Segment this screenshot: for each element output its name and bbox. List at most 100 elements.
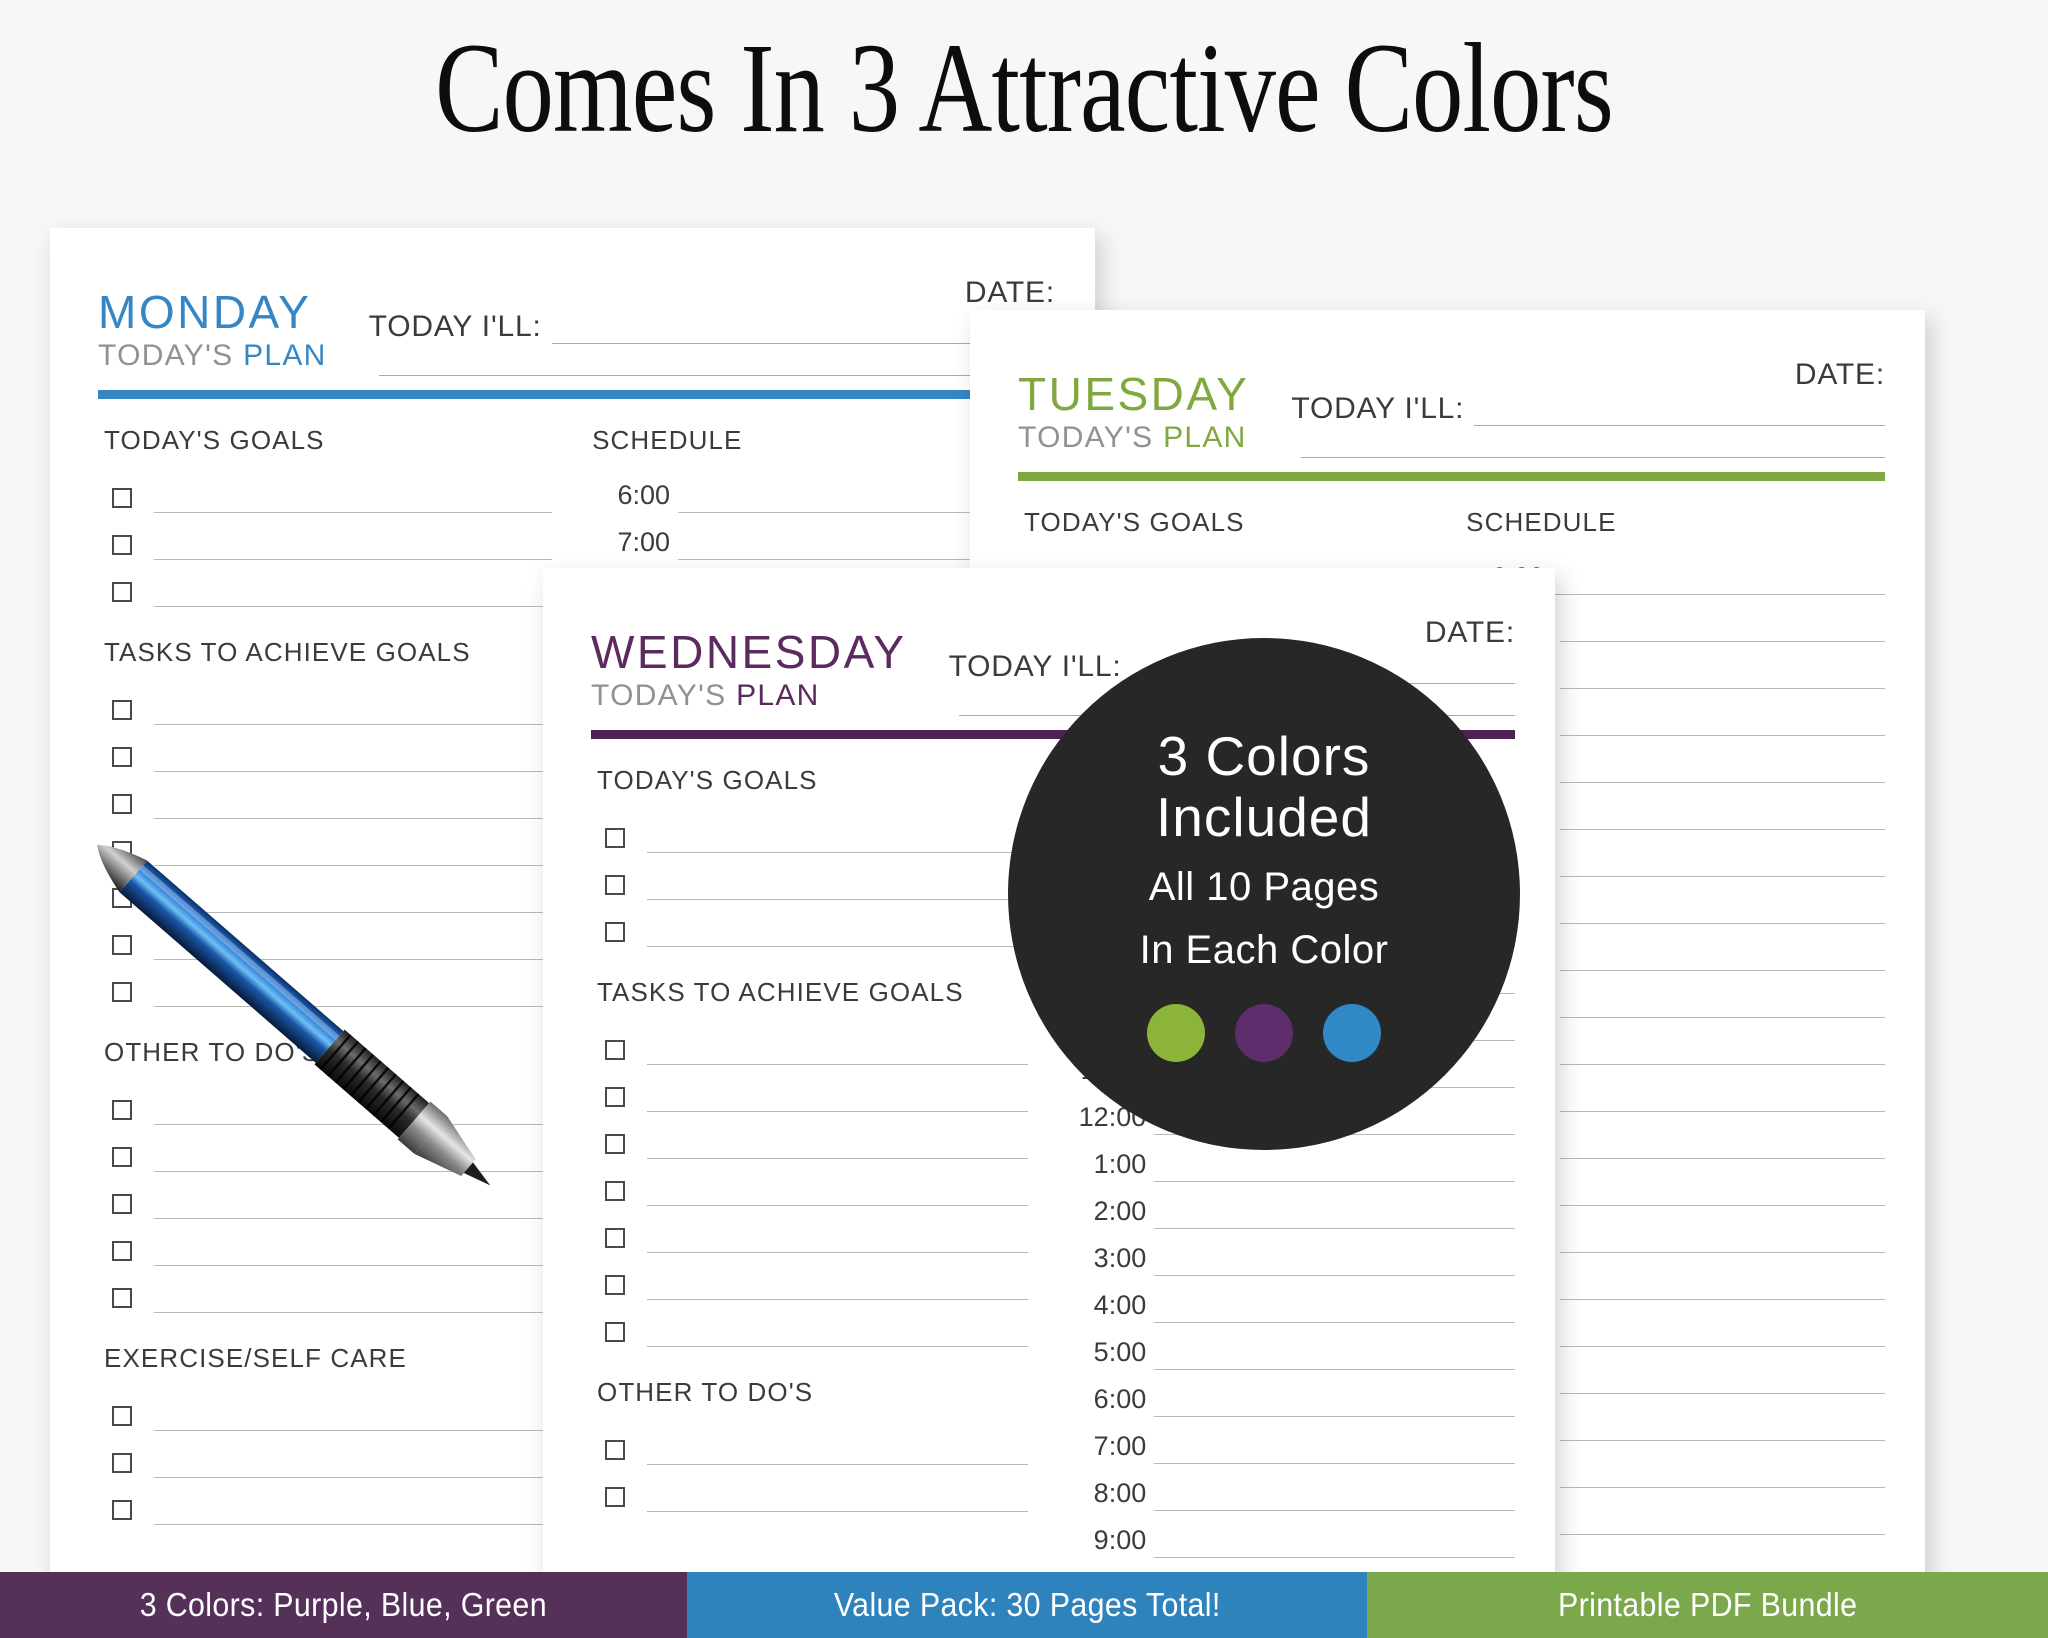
writing-line[interactable] <box>154 691 553 725</box>
checklist-row[interactable] <box>98 1078 553 1125</box>
checkbox-icon[interactable] <box>112 488 132 508</box>
checkbox-icon[interactable] <box>112 1288 132 1308</box>
checklist-row[interactable] <box>591 1159 1029 1206</box>
writing-line[interactable] <box>647 1431 1029 1465</box>
writing-line[interactable] <box>154 1491 553 1525</box>
checklist-row[interactable] <box>98 513 553 560</box>
writing-line[interactable] <box>647 1172 1029 1206</box>
writing-line[interactable] <box>154 526 553 560</box>
checklist-row[interactable] <box>98 466 553 513</box>
schedule-row[interactable]: 3:00 <box>1062 1229 1515 1276</box>
checklist-row[interactable] <box>98 1384 553 1431</box>
checklist-row[interactable] <box>98 1431 553 1478</box>
schedule-writing-line[interactable] <box>1154 1524 1515 1558</box>
writing-line[interactable] <box>647 1266 1029 1300</box>
schedule-row[interactable]: 8:00 <box>1062 1464 1515 1511</box>
today-ill-writing-line[interactable] <box>1474 394 1885 426</box>
checkbox-icon[interactable] <box>112 982 132 1002</box>
checklist-row[interactable] <box>591 1465 1029 1512</box>
schedule-writing-line[interactable] <box>1154 1289 1515 1323</box>
checkbox-icon[interactable] <box>605 1134 625 1154</box>
checklist-row[interactable] <box>98 772 553 819</box>
checkbox-icon[interactable] <box>605 1040 625 1060</box>
writing-line[interactable] <box>154 1232 553 1266</box>
writing-line[interactable] <box>154 1444 553 1478</box>
writing-line[interactable] <box>647 1478 1029 1512</box>
schedule-writing-line[interactable] <box>1560 1407 1885 1441</box>
checkbox-icon[interactable] <box>112 582 132 602</box>
writing-line[interactable] <box>154 479 553 513</box>
schedule-writing-line[interactable] <box>1154 1383 1515 1417</box>
checklist-row[interactable] <box>591 1300 1029 1347</box>
today-ill-writing-line-2[interactable] <box>1301 426 1885 458</box>
date-field[interactable]: DATE: <box>369 276 1055 310</box>
checklist-row[interactable] <box>98 866 553 913</box>
schedule-writing-line[interactable] <box>1560 1031 1885 1065</box>
checklist-row[interactable] <box>591 806 1029 853</box>
writing-line[interactable] <box>154 1138 553 1172</box>
writing-line[interactable] <box>647 819 1029 853</box>
schedule-writing-line[interactable] <box>1560 655 1885 689</box>
checkbox-icon[interactable] <box>112 1147 132 1167</box>
writing-line[interactable] <box>154 973 553 1007</box>
date-field[interactable]: DATE: <box>1291 358 1885 392</box>
checklist-row[interactable] <box>98 819 553 866</box>
schedule-writing-line[interactable] <box>1154 1148 1515 1182</box>
schedule-writing-line[interactable] <box>1560 1266 1885 1300</box>
checkbox-icon[interactable] <box>112 1100 132 1120</box>
schedule-writing-line[interactable] <box>1560 984 1885 1018</box>
checklist-row[interactable] <box>591 1418 1029 1465</box>
schedule-writing-line[interactable] <box>1154 1336 1515 1370</box>
checklist-row[interactable] <box>591 1112 1029 1159</box>
schedule-row[interactable]: 6:00 <box>1062 1370 1515 1417</box>
schedule-row[interactable]: 4:00 <box>1062 1276 1515 1323</box>
schedule-writing-line[interactable] <box>1560 1219 1885 1253</box>
schedule-row[interactable]: 7:00 <box>1062 1417 1515 1464</box>
schedule-writing-line[interactable] <box>1154 1477 1515 1511</box>
checklist-row[interactable] <box>591 1065 1029 1112</box>
checkbox-icon[interactable] <box>605 1440 625 1460</box>
checklist-row[interactable] <box>98 1478 553 1525</box>
checkbox-icon[interactable] <box>112 888 132 908</box>
schedule-writing-line[interactable] <box>1154 1430 1515 1464</box>
schedule-writing-line[interactable] <box>1560 749 1885 783</box>
writing-line[interactable] <box>154 1185 553 1219</box>
checklist-row[interactable] <box>98 1219 553 1266</box>
checkbox-icon[interactable] <box>112 1194 132 1214</box>
schedule-writing-line[interactable] <box>1560 1501 1885 1535</box>
schedule-writing-line[interactable] <box>1560 702 1885 736</box>
schedule-writing-line[interactable] <box>1560 890 1885 924</box>
today-ill-field-line2[interactable] <box>369 344 1055 376</box>
schedule-writing-line[interactable] <box>1560 1360 1885 1394</box>
writing-line[interactable] <box>154 738 553 772</box>
checkbox-icon[interactable] <box>112 700 132 720</box>
writing-line[interactable] <box>647 866 1029 900</box>
schedule-writing-line[interactable] <box>1560 1078 1885 1112</box>
checkbox-icon[interactable] <box>112 1453 132 1473</box>
checkbox-icon[interactable] <box>605 1275 625 1295</box>
writing-line[interactable] <box>154 926 553 960</box>
schedule-row[interactable]: 9:00 <box>1062 1511 1515 1558</box>
schedule-writing-line[interactable] <box>1560 937 1885 971</box>
checkbox-icon[interactable] <box>605 1228 625 1248</box>
checklist-row[interactable] <box>98 725 553 772</box>
schedule-row[interactable]: 5:00 <box>1062 1323 1515 1370</box>
schedule-writing-line[interactable] <box>1154 1195 1515 1229</box>
checkbox-icon[interactable] <box>605 1322 625 1342</box>
checklist-row[interactable] <box>98 1125 553 1172</box>
checklist-row[interactable] <box>591 1018 1029 1065</box>
schedule-writing-line[interactable] <box>1560 1125 1885 1159</box>
schedule-row[interactable]: 2:00 <box>1062 1182 1515 1229</box>
checklist-row[interactable] <box>98 560 553 607</box>
schedule-writing-line[interactable] <box>1560 1313 1885 1347</box>
writing-line[interactable] <box>154 1279 553 1313</box>
checklist-row[interactable] <box>591 1206 1029 1253</box>
writing-line[interactable] <box>154 785 553 819</box>
checklist-row[interactable] <box>98 960 553 1007</box>
checklist-row[interactable] <box>591 853 1029 900</box>
writing-line[interactable] <box>647 1031 1029 1065</box>
checkbox-icon[interactable] <box>112 1241 132 1261</box>
schedule-writing-line[interactable] <box>1552 561 1885 595</box>
checkbox-icon[interactable] <box>112 1500 132 1520</box>
checklist-row[interactable] <box>98 1172 553 1219</box>
